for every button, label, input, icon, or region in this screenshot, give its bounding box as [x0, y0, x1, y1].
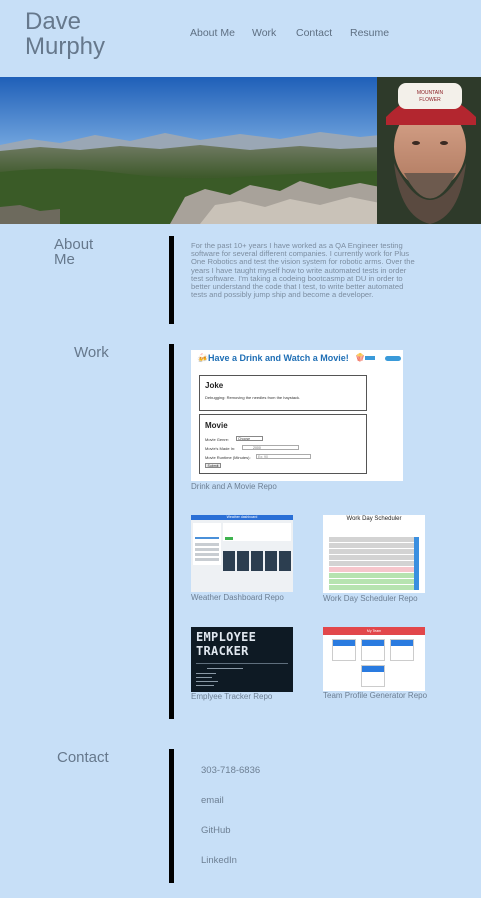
drink-icon: 🍻 [197, 353, 209, 363]
phone-link[interactable]: 303-718-6836 [201, 765, 260, 776]
team-card [390, 639, 414, 661]
contact-section-title: Contact [57, 749, 109, 766]
weather-sidebar [193, 523, 221, 565]
forecast-card [265, 551, 277, 571]
weather-dashboard-repo-link[interactable]: Weather Dashboard Repo [191, 593, 284, 602]
about-title-line1: About [54, 236, 94, 253]
svg-text:MOUNTAIN: MOUNTAIN [417, 90, 444, 96]
hero-landscape-image: MOUNTAIN FLOWER [0, 77, 481, 224]
svg-text:FLOWER: FLOWER [419, 97, 441, 103]
runtime-input: Ex: 90 [256, 454, 311, 459]
forecast-card [251, 551, 263, 571]
runtime-label: Movie Runtime (Minutes): [205, 455, 251, 460]
team-header: My Team [323, 627, 425, 635]
scheduler-row-present [329, 567, 419, 572]
terminal-line [196, 685, 214, 686]
about-text: For the past 10+ years I have worked as … [191, 241, 415, 300]
work-day-scheduler-thumbnail[interactable]: Work Day Scheduler [323, 515, 425, 593]
team-card [332, 639, 356, 661]
about-title-line2: Me [54, 251, 75, 268]
drink-movie-heading: Have a Drink and Watch a Movie! [208, 353, 349, 363]
scheduler-row-past [329, 561, 419, 566]
site-name: Dave Murphy [25, 9, 105, 59]
team-profile-repo-link[interactable]: Team Profile Generator Repo [323, 691, 427, 700]
linkedin-link[interactable]: LinkedIn [201, 855, 237, 866]
weather-current [223, 523, 291, 541]
thumb-submit-button: Submit [205, 463, 221, 468]
movie-title: Movie [205, 421, 228, 430]
name-last: Murphy [25, 33, 106, 60]
scheduler-heading: Work Day Scheduler [323, 515, 425, 529]
joke-title: Joke [205, 381, 224, 390]
github-link[interactable]: GitHub [201, 825, 231, 836]
contact-divider-bar [169, 749, 174, 883]
movie-box: Movie Movie Genre: Choose Movie's Made I… [199, 414, 367, 474]
scheduler-row-past [329, 543, 419, 548]
employee-tracker-heading: EMPLOYEE TRACKER [196, 630, 256, 658]
drink-movie-thumbnail[interactable]: 🍻 Have a Drink and Watch a Movie! 🍿 Joke… [191, 350, 403, 481]
thumb-pill-badge [385, 356, 401, 361]
scheduler-save-column [414, 537, 419, 590]
popcorn-icon: 🍿 [355, 353, 365, 362]
about-section-title: About Me [54, 237, 93, 267]
team-card [361, 665, 385, 687]
weather-header: Weather dashboard [191, 515, 293, 520]
made-input: 2000 [242, 445, 299, 450]
team-profile-thumbnail[interactable]: My Team [323, 627, 425, 691]
made-label: Movie's Made In: [205, 446, 236, 451]
name-first: Dave [25, 8, 82, 35]
terminal-line [196, 663, 288, 664]
joke-box: Joke Debugging: Removing the needles fro… [199, 375, 367, 411]
work-divider-bar [169, 344, 174, 719]
drink-movie-repo-link[interactable]: Drink and A Movie Repo [191, 482, 277, 491]
forecast-card [237, 551, 249, 571]
joke-text: Debugging: Removing the needles from the… [205, 395, 301, 400]
work-day-scheduler-repo-link[interactable]: Work Day Scheduler Repo [323, 594, 418, 603]
email-link[interactable]: email [201, 795, 224, 806]
scheduler-row-past [329, 555, 419, 560]
nav-about-me[interactable]: About Me [190, 27, 235, 39]
nav-resume[interactable]: Resume [350, 27, 389, 39]
genre-label: Movie Genre: [205, 437, 230, 442]
terminal-line [196, 673, 216, 674]
terminal-line [196, 677, 212, 678]
hero-banner: MOUNTAIN FLOWER [0, 77, 481, 224]
forecast-card [279, 551, 291, 571]
terminal-line [196, 681, 218, 682]
weather-dashboard-thumbnail[interactable]: Weather dashboard [191, 515, 293, 592]
site-header: Dave Murphy About Me Work Contact Resume [0, 0, 481, 77]
scheduler-row-past [329, 537, 419, 542]
nav-work[interactable]: Work [252, 27, 276, 39]
terminal-line [207, 668, 243, 669]
team-card [361, 639, 385, 661]
employee-tracker-heading-line1: EMPLOYEE [196, 630, 257, 644]
scheduler-row-past [329, 549, 419, 554]
scheduler-row-future [329, 573, 419, 578]
thumb-link-badge [365, 356, 375, 360]
employee-tracker-heading-line2: TRACKER [196, 644, 249, 658]
employee-tracker-thumbnail[interactable]: EMPLOYEE TRACKER [191, 627, 293, 692]
nav-contact[interactable]: Contact [296, 27, 332, 39]
forecast-card [223, 551, 235, 571]
work-section-title: Work [74, 344, 109, 361]
about-divider-bar [169, 236, 174, 324]
scheduler-row-future [329, 585, 419, 590]
genre-select: Choose [236, 436, 263, 441]
scheduler-row-future [329, 579, 419, 584]
employee-tracker-repo-link[interactable]: Emplyee Tracker Repo [191, 692, 272, 701]
